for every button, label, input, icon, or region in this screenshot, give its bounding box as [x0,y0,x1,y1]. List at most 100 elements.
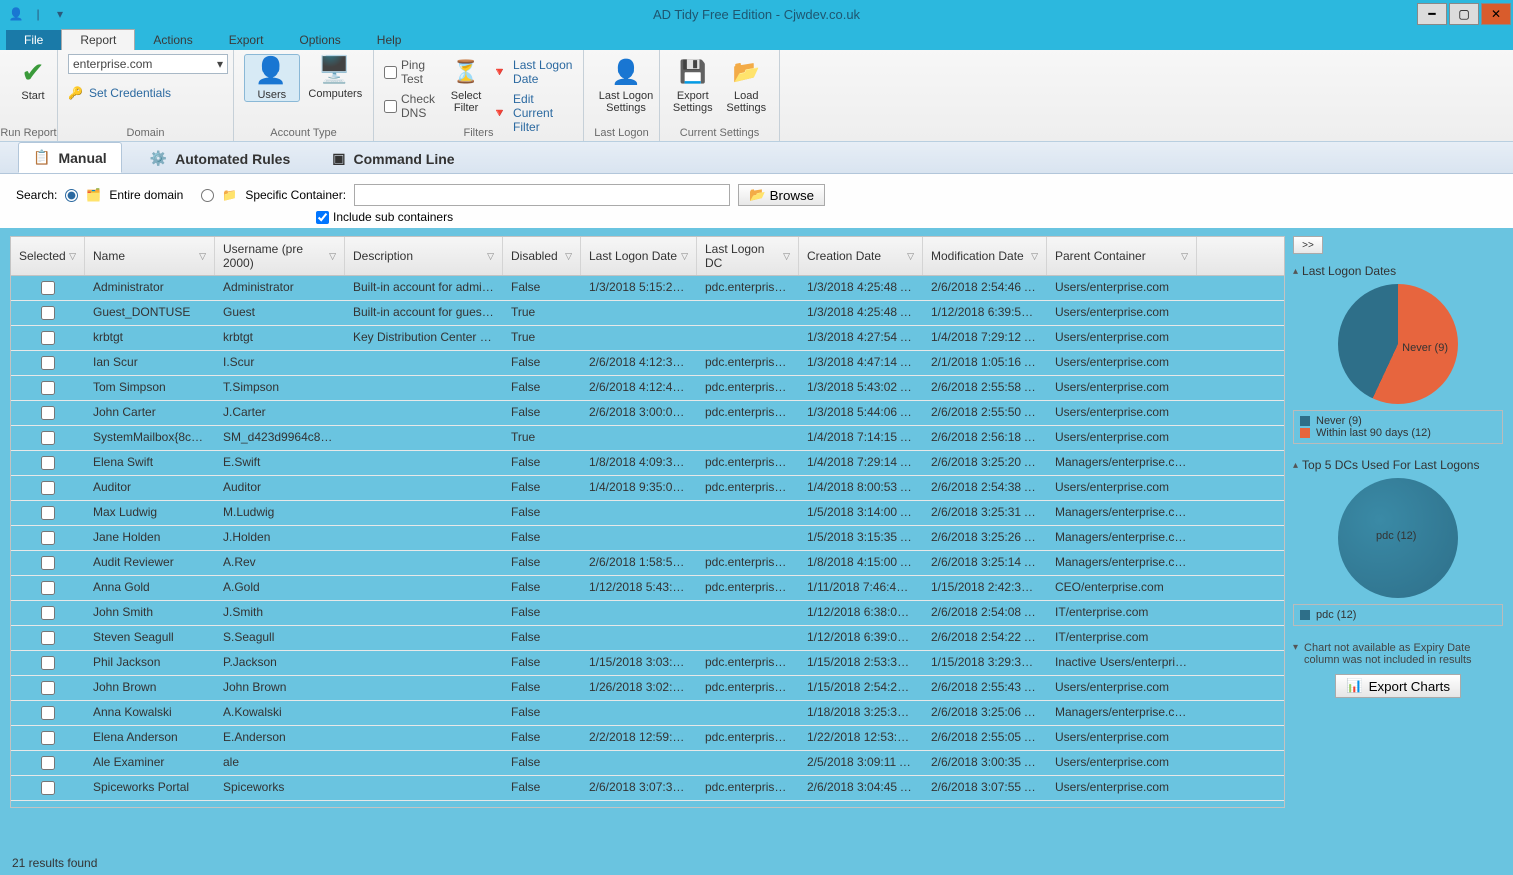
row-checkbox-cell[interactable] [11,526,85,550]
table-row[interactable]: John SmithJ.SmithFalse1/12/2018 6:38:08 … [11,601,1284,626]
table-row[interactable]: Steven SeagullS.SeagullFalse1/12/2018 6:… [11,626,1284,651]
ping-test-checkbox[interactable]: Ping Test [384,58,440,86]
row-checkbox-cell[interactable] [11,351,85,375]
filter-icon[interactable]: ▽ [1181,251,1188,262]
tab-manual[interactable]: 📋Manual [18,142,122,173]
row-checkbox[interactable] [41,381,55,395]
domain-combo[interactable]: enterprise.com ▾ [68,54,228,74]
tab-command-line[interactable]: ▣Command Line [318,144,468,173]
column-header[interactable]: Parent Container▽ [1047,237,1197,275]
row-checkbox-cell[interactable] [11,576,85,600]
container-combo[interactable] [354,184,730,206]
table-row[interactable]: Audit ReviewerA.RevFalse2/6/2018 1:58:52… [11,551,1284,576]
column-header[interactable]: Selected▽ [11,237,85,275]
load-settings-button[interactable]: 📂 Load Settings [724,54,770,114]
file-menu[interactable]: File [6,30,61,50]
column-header[interactable]: Last Logon Date▽ [581,237,697,275]
table-row[interactable]: Phil JacksonP.JacksonFalse1/15/2018 3:03… [11,651,1284,676]
table-row[interactable]: AdministratorAdministratorBuilt-in accou… [11,276,1284,301]
row-checkbox[interactable] [41,656,55,670]
row-checkbox[interactable] [41,631,55,645]
tab-options[interactable]: Options [281,30,358,50]
column-header[interactable]: Name▽ [85,237,215,275]
row-checkbox[interactable] [41,731,55,745]
set-credentials-link[interactable]: 🔑 Set Credentials [68,86,223,100]
last-logon-settings-button[interactable]: 👤 Last Logon Settings [594,54,658,114]
tab-report[interactable]: Report [61,29,135,50]
row-checkbox-cell[interactable] [11,451,85,475]
filter-icon[interactable]: ▽ [783,251,790,262]
filter-icon[interactable]: ▽ [199,251,206,262]
row-checkbox[interactable] [41,756,55,770]
radio-specific-container[interactable] [201,189,214,202]
filter-icon[interactable]: ▽ [69,251,76,262]
table-row[interactable]: Jane HoldenJ.HoldenFalse1/5/2018 3:15:35… [11,526,1284,551]
row-checkbox[interactable] [41,456,55,470]
row-checkbox-cell[interactable] [11,601,85,625]
table-row[interactable]: Spiceworks PortalSpiceworksFalse2/6/2018… [11,776,1284,801]
row-checkbox-cell[interactable] [11,326,85,350]
table-row[interactable]: AuditorAuditorFalse1/4/2018 9:35:00 AMpd… [11,476,1284,501]
row-checkbox-cell[interactable] [11,701,85,725]
collapse-panel-button[interactable]: >> [1293,236,1323,254]
row-checkbox[interactable] [41,581,55,595]
column-header[interactable]: Disabled▽ [503,237,581,275]
row-checkbox-cell[interactable] [11,776,85,800]
qat-icon[interactable]: 👤 [6,4,26,24]
include-sub-checkbox[interactable]: Include sub containers [316,210,1497,224]
row-checkbox[interactable] [41,281,55,295]
table-row[interactable]: Tom SimpsonT.SimpsonFalse2/6/2018 4:12:4… [11,376,1284,401]
table-row[interactable]: Ale ExamineraleFalse2/5/2018 3:09:11 AM2… [11,751,1284,776]
row-checkbox[interactable] [41,406,55,420]
column-header[interactable]: Username (pre 2000)▽ [215,237,345,275]
close-button[interactable]: ✕ [1481,3,1511,25]
tab-actions[interactable]: Actions [135,30,210,50]
table-row[interactable]: Anna KowalskiA.KowalskiFalse1/18/2018 3:… [11,701,1284,726]
filter-icon[interactable]: ▽ [487,251,494,262]
row-checkbox[interactable] [41,331,55,345]
row-checkbox-cell[interactable] [11,476,85,500]
row-checkbox-cell[interactable] [11,726,85,750]
export-charts-button[interactable]: 📊Export Charts [1335,674,1461,698]
column-header[interactable]: Description▽ [345,237,503,275]
column-header[interactable]: Creation Date▽ [799,237,923,275]
row-checkbox-cell[interactable] [11,426,85,450]
row-checkbox-cell[interactable] [11,676,85,700]
filter-icon[interactable]: ▽ [907,251,914,262]
row-checkbox[interactable] [41,431,55,445]
last-logon-date-link[interactable]: 🔻Last Logon Date [492,58,573,86]
row-checkbox[interactable] [41,531,55,545]
radio-entire-domain[interactable] [65,189,78,202]
row-checkbox-cell[interactable] [11,501,85,525]
row-checkbox-cell[interactable] [11,626,85,650]
tab-automated-rules[interactable]: ⚙️Automated Rules [136,144,305,173]
table-row[interactable]: Guest_DONTUSEGuestBuilt-in account for g… [11,301,1284,326]
users-button[interactable]: 👤 Users [244,54,300,102]
filter-icon[interactable]: ▽ [329,251,336,262]
row-checkbox[interactable] [41,356,55,370]
row-checkbox-cell[interactable] [11,551,85,575]
table-row[interactable]: John BrownJohn BrownFalse1/26/2018 3:02:… [11,676,1284,701]
table-row[interactable]: Elena AndersonE.AndersonFalse2/2/2018 12… [11,726,1284,751]
row-checkbox[interactable] [41,706,55,720]
row-checkbox-cell[interactable] [11,651,85,675]
check-dns-checkbox[interactable]: Check DNS [384,92,440,120]
row-checkbox[interactable] [41,506,55,520]
table-row[interactable]: Elena SwiftE.SwiftFalse1/8/2018 4:09:38 … [11,451,1284,476]
row-checkbox[interactable] [41,781,55,795]
row-checkbox-cell[interactable] [11,376,85,400]
row-checkbox[interactable] [41,606,55,620]
table-row[interactable]: krbtgtkrbtgtKey Distribution Center Serv… [11,326,1284,351]
maximize-button[interactable]: ▢ [1449,3,1479,25]
grid-body[interactable]: AdministratorAdministratorBuilt-in accou… [11,276,1284,807]
filter-icon[interactable]: ▽ [1031,251,1038,262]
qat-dropdown-icon[interactable]: ▾ [50,4,70,24]
table-row[interactable]: John CarterJ.CarterFalse2/6/2018 3:00:00… [11,401,1284,426]
start-button[interactable]: ✔ Start [10,54,56,102]
row-checkbox[interactable] [41,556,55,570]
filter-icon[interactable]: ▽ [565,251,572,262]
table-row[interactable]: Ian ScurI.ScurFalse2/6/2018 4:12:38 AMpd… [11,351,1284,376]
table-row[interactable]: SystemMailbox{8cc370d3SM_d423d9964c82442… [11,426,1284,451]
row-checkbox-cell[interactable] [11,301,85,325]
row-checkbox-cell[interactable] [11,401,85,425]
